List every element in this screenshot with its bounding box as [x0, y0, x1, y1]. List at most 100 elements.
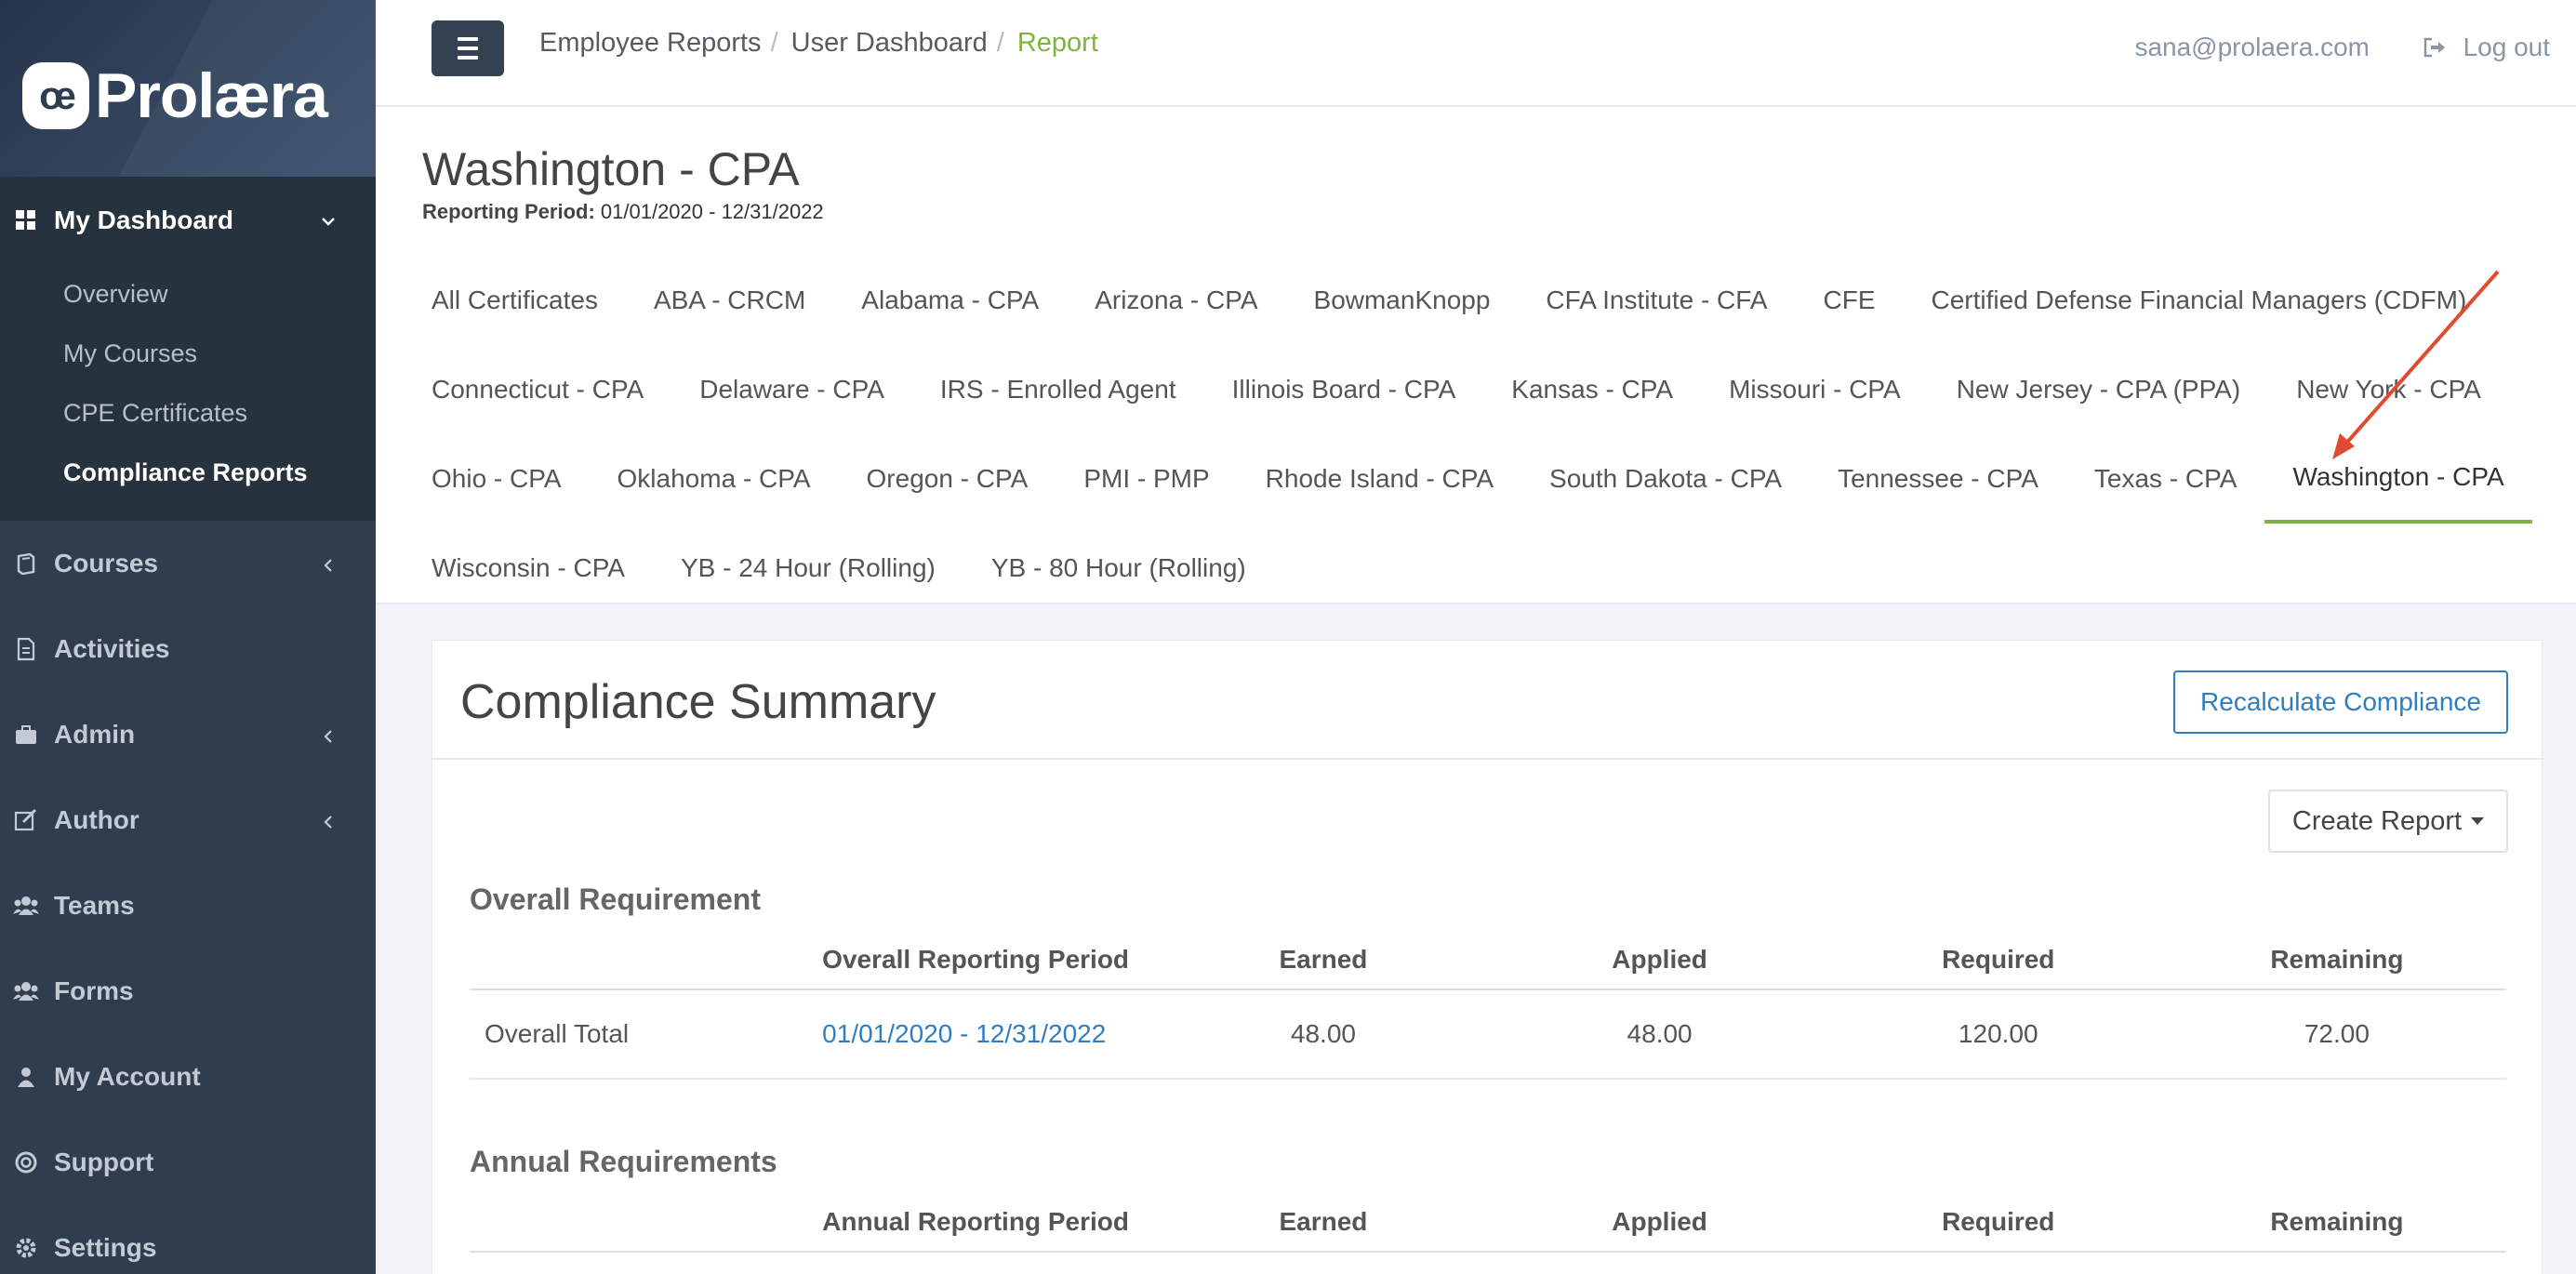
tab-south-dakota-cpa[interactable]: South Dakota - CPA — [1521, 434, 1810, 524]
recalculate-compliance-button[interactable]: Recalculate Compliance — [2173, 670, 2508, 734]
reporting-period-label: Reporting Period: — [422, 200, 595, 223]
sidebar-item-forms[interactable]: Forms — [0, 949, 376, 1034]
sidebar-item-label: Author — [54, 805, 139, 834]
sidebar-item-author[interactable]: Author — [0, 777, 376, 863]
logout-label: Log out — [2463, 33, 2550, 61]
tab-rhode-island-cpa[interactable]: Rhode Island - CPA — [1238, 434, 1521, 524]
tab-certified-defense-financial-managers-cdfm[interactable]: Certified Defense Financial Managers (CD… — [1904, 256, 2495, 345]
top-bar: Employee Reports / User Dashboard / Repo… — [376, 0, 2576, 107]
users-icon — [13, 893, 39, 919]
chevron-down-icon — [318, 208, 339, 229]
sidebar-item-label: Forms — [54, 976, 134, 1005]
tab-wisconsin-cpa[interactable]: Wisconsin - CPA — [404, 524, 653, 613]
tab-oklahoma-cpa[interactable]: Oklahoma - CPA — [590, 434, 839, 524]
compliance-summary-title: Compliance Summary — [460, 675, 936, 729]
compliance-summary-card: Compliance Summary Recalculate Complianc… — [432, 640, 2543, 1274]
sidebar-item-settings[interactable]: Settings — [0, 1205, 376, 1274]
overall-requirement-table: Overall Reporting Period Earned Applied … — [470, 931, 2506, 1080]
column-header: Remaining — [2270, 1207, 2404, 1236]
hamburger-menu-button[interactable] — [432, 20, 504, 76]
logo-text: Prolæra — [95, 60, 328, 131]
lifebuoy-icon — [13, 1149, 39, 1175]
column-header: Earned — [1279, 945, 1368, 974]
sidebar-item-activities[interactable]: Activities — [0, 606, 376, 692]
sidebar-subitem-compliance-reports[interactable]: Compliance Reports — [0, 443, 376, 502]
tab-washington-cpa[interactable]: Washington - CPA — [2264, 434, 2532, 524]
document-icon — [13, 636, 39, 662]
logo-badge: œ — [22, 62, 89, 129]
tab-cfa-institute-cfa[interactable]: CFA Institute - CFA — [1518, 256, 1795, 345]
chevron-left-icon — [318, 809, 339, 829]
sidebar-subitem-my-courses[interactable]: My Courses — [0, 324, 376, 383]
tab-bowmanknopp[interactable]: BowmanKnopp — [1286, 256, 1519, 345]
briefcase-icon — [13, 722, 39, 748]
tab-irs-enrolled-agent[interactable]: IRS - Enrolled Agent — [912, 345, 1204, 434]
card-header: Compliance Summary Recalculate Complianc… — [432, 641, 2542, 760]
sidebar-subitem-overview[interactable]: Overview — [0, 264, 376, 324]
sidebar-item-label: My Account — [54, 1062, 201, 1091]
report-header: Washington - CPA Reporting Period: 01/01… — [376, 107, 2576, 604]
remaining-value: 72.00 — [2304, 1019, 2370, 1048]
tab-connecticut-cpa[interactable]: Connecticut - CPA — [404, 345, 671, 434]
tab-yb-80-hour-rolling[interactable]: YB - 80 Hour (Rolling) — [963, 524, 1274, 613]
prolaera-logo[interactable]: œ Prolæra — [22, 60, 328, 132]
sidebar-item-support[interactable]: Support — [0, 1120, 376, 1205]
tab-row: All Certificates ABA - CRCM Alabama - CPA A… — [404, 256, 2494, 345]
tab-new-york-cpa[interactable]: New York - CPA — [2268, 345, 2509, 434]
tab-oregon-cpa[interactable]: Oregon - CPA — [839, 434, 1056, 524]
tab-yb-24-hour-rolling[interactable]: YB - 24 Hour (Rolling) — [653, 524, 963, 613]
gear-icon — [13, 1235, 39, 1261]
tab-new-jersey-cpa-ppa[interactable]: New Jersey - CPA (PPA) — [1929, 345, 2268, 434]
column-header: Required — [1942, 1207, 2055, 1236]
tab-ohio-cpa[interactable]: Ohio - CPA — [404, 434, 590, 524]
sidebar-item-my-account[interactable]: My Account — [0, 1034, 376, 1120]
overall-requirement-title: Overall Requirement — [470, 883, 761, 916]
sidebar-item-label: Settings — [54, 1233, 157, 1262]
sidebar-item-my-dashboard[interactable]: My Dashboard — [0, 177, 376, 264]
reporting-period-link[interactable]: 01/01/2020 - 12/31/2022 — [822, 1019, 1156, 1049]
tab-illinois-board-cpa[interactable]: Illinois Board - CPA — [1204, 345, 1484, 434]
sidebar-item-label: Admin — [54, 720, 136, 749]
sidebar-item-label: My Dashboard — [54, 206, 233, 234]
tab-missouri-cpa[interactable]: Missouri - CPA — [1701, 345, 1929, 434]
tab-row: Wisconsin - CPA YB - 24 Hour (Rolling) YB … — [404, 524, 1274, 613]
tab-texas-cpa[interactable]: Texas - CPA — [2066, 434, 2265, 524]
tab-alabama-cpa[interactable]: Alabama - CPA — [833, 256, 1067, 345]
sidebar-item-teams[interactable]: Teams — [0, 863, 376, 949]
sidebar-item-courses[interactable]: Courses — [0, 521, 376, 606]
breadcrumb-separator: / — [770, 28, 778, 58]
breadcrumb-user-dashboard[interactable]: User Dashboard — [791, 28, 988, 59]
sidebar-item-label: Courses — [54, 549, 159, 577]
column-header: Earned — [1279, 1207, 1368, 1236]
tab-arizona-cpa[interactable]: Arizona - CPA — [1067, 256, 1285, 345]
tab-tennessee-cpa[interactable]: Tennessee - CPA — [1810, 434, 2066, 524]
create-report-dropdown[interactable]: Create Report — [2268, 790, 2508, 853]
column-header: Applied — [1612, 1207, 1707, 1236]
sign-out-icon — [2423, 35, 2447, 60]
tab-delaware-cpa[interactable]: Delaware - CPA — [671, 345, 912, 434]
sidebar-item-admin[interactable]: Admin — [0, 692, 376, 777]
tab-kansas-cpa[interactable]: Kansas - CPA — [1483, 345, 1701, 434]
breadcrumb-employee-reports[interactable]: Employee Reports — [539, 28, 762, 59]
create-report-label: Create Report — [2291, 805, 2463, 836]
table-header: Overall Reporting Period Earned Applied … — [470, 931, 2506, 990]
sidebar-item-label: Activities — [54, 634, 170, 663]
page-title: Washington - CPA — [422, 143, 800, 195]
tab-pmi-pmp[interactable]: PMI - PMP — [1056, 434, 1237, 524]
tab-row: Connecticut - CPA Delaware - CPA IRS - Enr… — [404, 345, 2509, 434]
logout-link[interactable]: Log out — [2423, 33, 2550, 62]
grid-icon — [13, 207, 39, 233]
column-header: Annual Reporting Period — [822, 1207, 1129, 1236]
user-email[interactable]: sana@prolaera.com — [2134, 33, 2370, 62]
required-value: 120.00 — [1958, 1019, 2038, 1048]
sidebar-item-label: Support — [54, 1148, 154, 1176]
breadcrumb-report: Report — [1016, 28, 1098, 58]
chevron-left-icon — [318, 723, 339, 744]
column-header: Remaining — [2270, 945, 2404, 974]
tab-aba-crcm[interactable]: ABA - CRCM — [626, 256, 833, 345]
column-header: Applied — [1612, 945, 1707, 974]
tab-all-certificates[interactable]: All Certificates — [404, 256, 626, 345]
tab-cfe[interactable]: CFE — [1796, 256, 1904, 345]
sidebar-subitem-cpe-certificates[interactable]: CPE Certificates — [0, 383, 376, 443]
breadcrumb: Employee Reports / User Dashboard / Repo… — [539, 28, 1098, 59]
